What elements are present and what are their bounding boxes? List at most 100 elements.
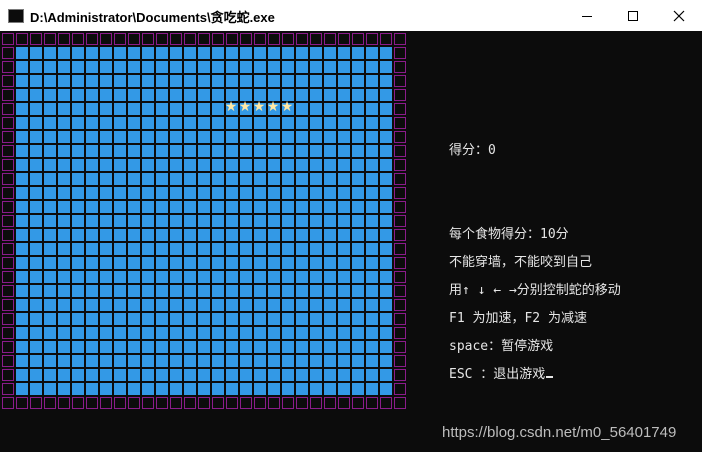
wall-cell [380,397,392,409]
field-cell [226,229,238,241]
field-cell [16,285,28,297]
field-cell [142,243,154,255]
field-cell [212,173,224,185]
field-cell [184,187,196,199]
field-cell [338,215,350,227]
field-cell [310,89,322,101]
field-cell [72,327,84,339]
wall-cell [2,33,14,45]
field-cell [58,131,70,143]
wall-cell [2,215,14,227]
field-cell [86,145,98,157]
field-cell [156,131,168,143]
field-cell [100,201,112,213]
field-cell [226,75,238,87]
wall-cell [394,201,406,213]
field-cell [282,173,294,185]
field-cell [16,145,28,157]
field-cell [100,47,112,59]
field-cell [100,369,112,381]
field-cell [142,145,154,157]
field-cell [184,47,196,59]
field-cell [198,89,210,101]
speed-text: F1 为加速，F2 为减速 [449,311,587,326]
field-cell [16,75,28,87]
field-cell [352,61,364,73]
field-cell [366,145,378,157]
exit-text: ESC ：退出游戏 [449,367,546,382]
field-cell [142,75,154,87]
field-cell [198,61,210,73]
field-cell [128,75,140,87]
field-cell [128,229,140,241]
field-cell [170,257,182,269]
field-cell [170,145,182,157]
field-cell [114,61,126,73]
maximize-button[interactable] [610,0,656,31]
field-cell [380,89,392,101]
field-cell [352,383,364,395]
wall-cell [16,397,28,409]
field-cell [310,201,322,213]
field-cell [226,257,238,269]
field-cell [156,187,168,199]
field-cell [58,117,70,129]
field-cell [282,75,294,87]
field-cell [380,257,392,269]
close-button[interactable] [656,0,702,31]
wall-cell [282,397,294,409]
field-cell [30,145,42,157]
field-cell [254,187,266,199]
field-cell [58,299,70,311]
wall-cell [268,33,280,45]
field-cell [380,313,392,325]
minimize-icon [582,15,592,17]
field-cell [86,271,98,283]
field-cell [212,215,224,227]
field-cell [282,47,294,59]
field-cell [58,257,70,269]
field-cell [352,313,364,325]
field-cell [114,75,126,87]
field-cell [16,131,28,143]
field-cell [226,61,238,73]
wall-cell [394,285,406,297]
field-cell [240,159,252,171]
field-cell [86,243,98,255]
field-cell [254,159,266,171]
field-cell [30,327,42,339]
field-cell [198,187,210,199]
field-cell [44,285,56,297]
wall-cell [2,271,14,283]
field-cell [310,341,322,353]
wall-cell [58,397,70,409]
field-cell [100,145,112,157]
field-cell [338,271,350,283]
field-cell [366,117,378,129]
field-cell [198,271,210,283]
field-cell [86,313,98,325]
field-cell [170,313,182,325]
wall-cell [2,243,14,255]
field-cell [198,131,210,143]
minimize-button[interactable] [564,0,610,31]
field-cell [72,75,84,87]
field-cell [212,75,224,87]
field-cell [72,47,84,59]
field-cell [254,355,266,367]
field-cell [310,383,322,395]
field-cell [100,187,112,199]
field-cell [114,257,126,269]
field-cell [254,173,266,185]
field-cell [44,313,56,325]
field-cell [86,131,98,143]
field-cell [198,313,210,325]
watermark: https://blog.csdn.net/m0_56401749 [442,424,677,441]
field-cell [100,271,112,283]
wall-cell [240,397,252,409]
field-cell [114,131,126,143]
field-cell [212,243,224,255]
field-cell [324,215,336,227]
field-cell [282,369,294,381]
field-cell [366,159,378,171]
